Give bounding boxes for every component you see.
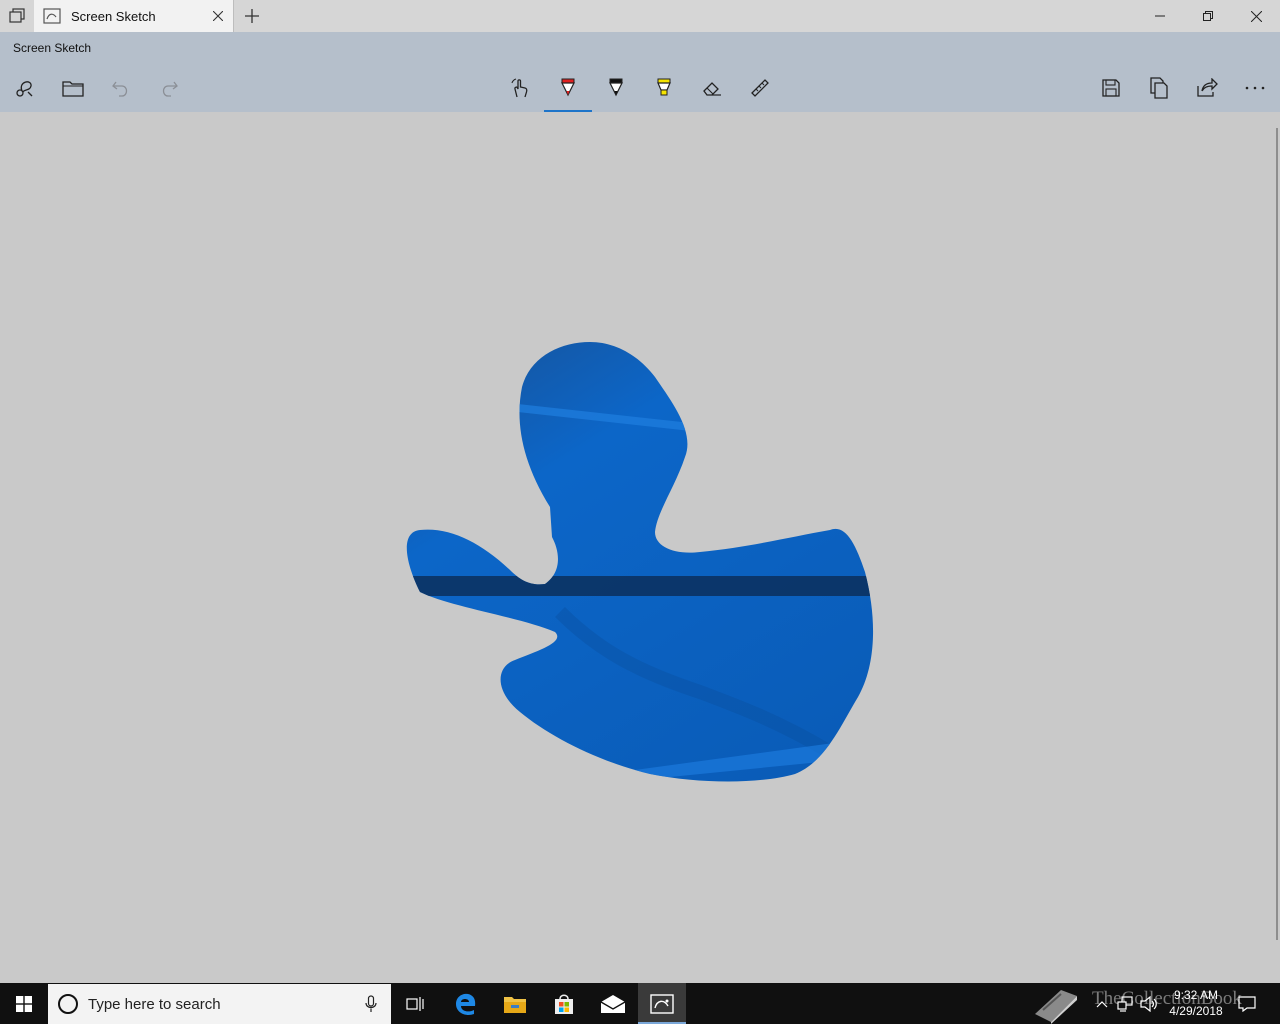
freeform-snip-image xyxy=(406,342,874,782)
plus-icon xyxy=(245,9,259,23)
ruler-icon xyxy=(751,79,769,97)
touch-writing-button[interactable] xyxy=(496,64,544,112)
tab-close-button[interactable] xyxy=(203,0,233,32)
file-explorer-icon xyxy=(504,996,526,1013)
open-file-button[interactable] xyxy=(49,64,97,112)
share-button[interactable] xyxy=(1183,64,1231,112)
share-icon xyxy=(1197,78,1218,97)
taskbar-search-box[interactable]: Type here to search xyxy=(48,984,391,1024)
cortana-icon xyxy=(58,994,78,1014)
redo-icon xyxy=(162,81,178,97)
network-icon xyxy=(1117,995,1133,1012)
save-button[interactable] xyxy=(1087,64,1135,112)
close-window-button[interactable] xyxy=(1232,0,1280,32)
app-header: Screen Sketch xyxy=(0,32,1280,64)
microsoft-store-button[interactable] xyxy=(540,983,588,1024)
close-icon xyxy=(1250,10,1262,22)
notification-icon xyxy=(1238,995,1256,1012)
network-button[interactable] xyxy=(1114,983,1136,1024)
touch-writing-icon xyxy=(511,78,528,98)
task-view-button[interactable] xyxy=(392,983,440,1024)
sketch-canvas[interactable] xyxy=(0,112,1280,983)
minimize-button[interactable] xyxy=(1136,0,1184,32)
screen-sketch-icon xyxy=(43,7,61,25)
edge-icon xyxy=(456,993,476,1015)
windows-logo-icon xyxy=(16,995,32,1012)
microphone-icon xyxy=(365,995,377,1012)
minimize-icon xyxy=(1155,15,1165,17)
mail-button[interactable] xyxy=(589,983,637,1024)
more-options-button[interactable] xyxy=(1231,64,1279,112)
taskbar-clock[interactable]: 9:32 AM 4/29/2018 xyxy=(1160,987,1232,1019)
taskbar: Type here to search TheCollectionBook 9:… xyxy=(0,983,1280,1024)
book-logo-icon xyxy=(1035,989,1077,1024)
microphone-button[interactable] xyxy=(351,995,391,1013)
tabs-overview-icon xyxy=(9,8,25,23)
watermark-book-logo xyxy=(1030,983,1082,1024)
task-view-icon xyxy=(406,996,424,1011)
undo-icon xyxy=(112,81,128,97)
copy-icon xyxy=(1150,77,1168,99)
volume-button[interactable] xyxy=(1138,983,1160,1024)
new-snip-icon xyxy=(16,81,33,97)
ruler-button[interactable] xyxy=(736,64,784,112)
file-explorer-button[interactable] xyxy=(491,983,539,1024)
redo-button[interactable] xyxy=(145,64,193,112)
vertical-scrollbar[interactable] xyxy=(1276,128,1278,940)
title-bar: Screen Sketch xyxy=(0,0,1280,32)
new-tab-button[interactable] xyxy=(236,0,268,32)
save-icon xyxy=(1102,79,1120,97)
ballpoint-pen-button[interactable] xyxy=(544,64,592,112)
edge-browser-button[interactable] xyxy=(442,983,490,1024)
eraser-icon xyxy=(703,82,721,96)
action-center-button[interactable] xyxy=(1234,983,1260,1024)
screen-sketch-icon xyxy=(650,993,674,1014)
ballpoint-pen-icon xyxy=(561,78,575,97)
mail-icon xyxy=(600,994,626,1013)
tabs-overview-button[interactable] xyxy=(0,0,34,32)
store-icon xyxy=(555,994,573,1014)
tab-screen-sketch[interactable]: Screen Sketch xyxy=(34,0,234,32)
close-icon xyxy=(213,11,223,21)
copy-button[interactable] xyxy=(1135,64,1183,112)
more-icon xyxy=(1245,86,1265,90)
search-placeholder: Type here to search xyxy=(88,995,221,1013)
toolbar xyxy=(0,64,1280,112)
screen-sketch-taskbar-button[interactable] xyxy=(638,983,686,1024)
pencil-icon xyxy=(609,78,623,97)
tab-title: Screen Sketch xyxy=(71,8,156,24)
pencil-button[interactable] xyxy=(592,64,640,112)
chevron-up-icon xyxy=(1096,1000,1108,1007)
start-button[interactable] xyxy=(0,983,48,1024)
open-folder-icon xyxy=(62,81,84,97)
clock-time: 9:32 AM xyxy=(1173,988,1219,1002)
highlighter-button[interactable] xyxy=(640,64,688,112)
volume-icon xyxy=(1140,995,1157,1012)
eraser-button[interactable] xyxy=(688,64,736,112)
restore-button[interactable] xyxy=(1184,0,1232,32)
new-snip-button[interactable] xyxy=(1,64,49,112)
show-hidden-icons-button[interactable] xyxy=(1092,983,1112,1024)
undo-button[interactable] xyxy=(97,64,145,112)
clock-date: 4/29/2018 xyxy=(1169,1004,1223,1018)
restore-icon xyxy=(1203,11,1213,21)
app-title: Screen Sketch xyxy=(13,41,92,55)
highlighter-icon xyxy=(657,78,671,96)
